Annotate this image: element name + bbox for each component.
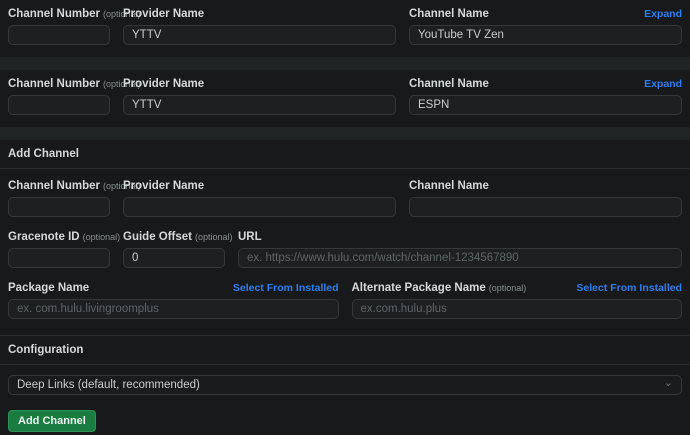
provider-name-input[interactable]: [123, 25, 396, 45]
chevron-down-icon: ⌄: [664, 378, 673, 389]
configuration-selected-value: Deep Links (default, recommended): [17, 379, 200, 391]
guide-offset-field: Guide Offset(optional): [123, 230, 225, 268]
provider-name-field: Provider Name: [123, 77, 396, 115]
channel-name-input[interactable]: [409, 95, 682, 115]
channel-name-field: Channel Name Expand: [409, 7, 682, 45]
provider-name-input[interactable]: [123, 95, 396, 115]
alternate-package-name-label: Alternate Package Name(optional): [352, 281, 527, 295]
url-input[interactable]: [238, 248, 682, 268]
add-channel-section-title: Add Channel: [0, 140, 690, 168]
channel-number-input[interactable]: [8, 95, 110, 115]
expand-link[interactable]: Expand: [644, 7, 682, 21]
provider-name-input[interactable]: [123, 197, 396, 217]
alternate-package-name-input[interactable]: [352, 299, 683, 319]
provider-name-label: Provider Name: [123, 77, 204, 91]
guide-offset-input[interactable]: [123, 248, 225, 268]
channel-number-field: Channel Number(optional): [8, 77, 110, 115]
divider: [0, 168, 690, 169]
add-channel-card: Add Channel Channel Number(optional) Pro…: [0, 140, 690, 435]
configuration-section-title: Configuration: [0, 336, 690, 364]
url-label: URL: [238, 230, 262, 244]
channel-name-label: Channel Name: [409, 7, 489, 21]
package-name-label: Package Name: [8, 281, 89, 295]
provider-name-label: Provider Name: [123, 179, 204, 193]
provider-name-field: Provider Name: [123, 7, 396, 45]
optional-suffix: (optional): [489, 283, 527, 293]
channel-card: Channel Number(optional) Provider Name C…: [0, 0, 690, 57]
channel-card: Channel Number(optional) Provider Name C…: [0, 70, 690, 127]
channel-number-label: Channel Number(optional): [8, 179, 141, 193]
alternate-package-name-field: Alternate Package Name(optional) Select …: [352, 281, 683, 319]
channel-name-label: Channel Name: [409, 179, 489, 193]
channel-name-input[interactable]: [409, 197, 682, 217]
select-from-installed-link[interactable]: Select From Installed: [576, 281, 682, 295]
channel-name-input[interactable]: [409, 25, 682, 45]
channel-number-input[interactable]: [8, 25, 110, 45]
guide-offset-label: Guide Offset(optional): [123, 230, 233, 244]
channel-name-field: Channel Name Expand: [409, 77, 682, 115]
gracenote-id-label: Gracenote ID(optional): [8, 230, 120, 244]
select-from-installed-link[interactable]: Select From Installed: [233, 281, 339, 295]
channel-number-label: Channel Number(optional): [8, 77, 141, 91]
expand-link[interactable]: Expand: [644, 77, 682, 91]
configuration-select[interactable]: Deep Links (default, recommended) ⌄: [8, 375, 682, 395]
optional-suffix: (optional): [83, 232, 121, 242]
provider-name-field: Provider Name: [123, 179, 396, 217]
gracenote-id-input[interactable]: [8, 248, 110, 268]
channel-name-field: Channel Name: [409, 179, 682, 217]
package-name-input[interactable]: [8, 299, 339, 319]
package-name-field: Package Name Select From Installed: [8, 281, 339, 319]
channel-name-label: Channel Name: [409, 77, 489, 91]
url-field: URL: [238, 230, 682, 268]
channel-number-field: Channel Number(optional): [8, 7, 110, 45]
provider-name-label: Provider Name: [123, 7, 204, 21]
divider: [0, 364, 690, 365]
channel-number-input[interactable]: [8, 197, 110, 217]
channel-number-field: Channel Number(optional): [8, 179, 110, 217]
gracenote-id-field: Gracenote ID(optional): [8, 230, 110, 268]
channel-number-label: Channel Number(optional): [8, 7, 141, 21]
add-channel-button[interactable]: Add Channel: [8, 410, 96, 432]
optional-suffix: (optional): [195, 232, 233, 242]
